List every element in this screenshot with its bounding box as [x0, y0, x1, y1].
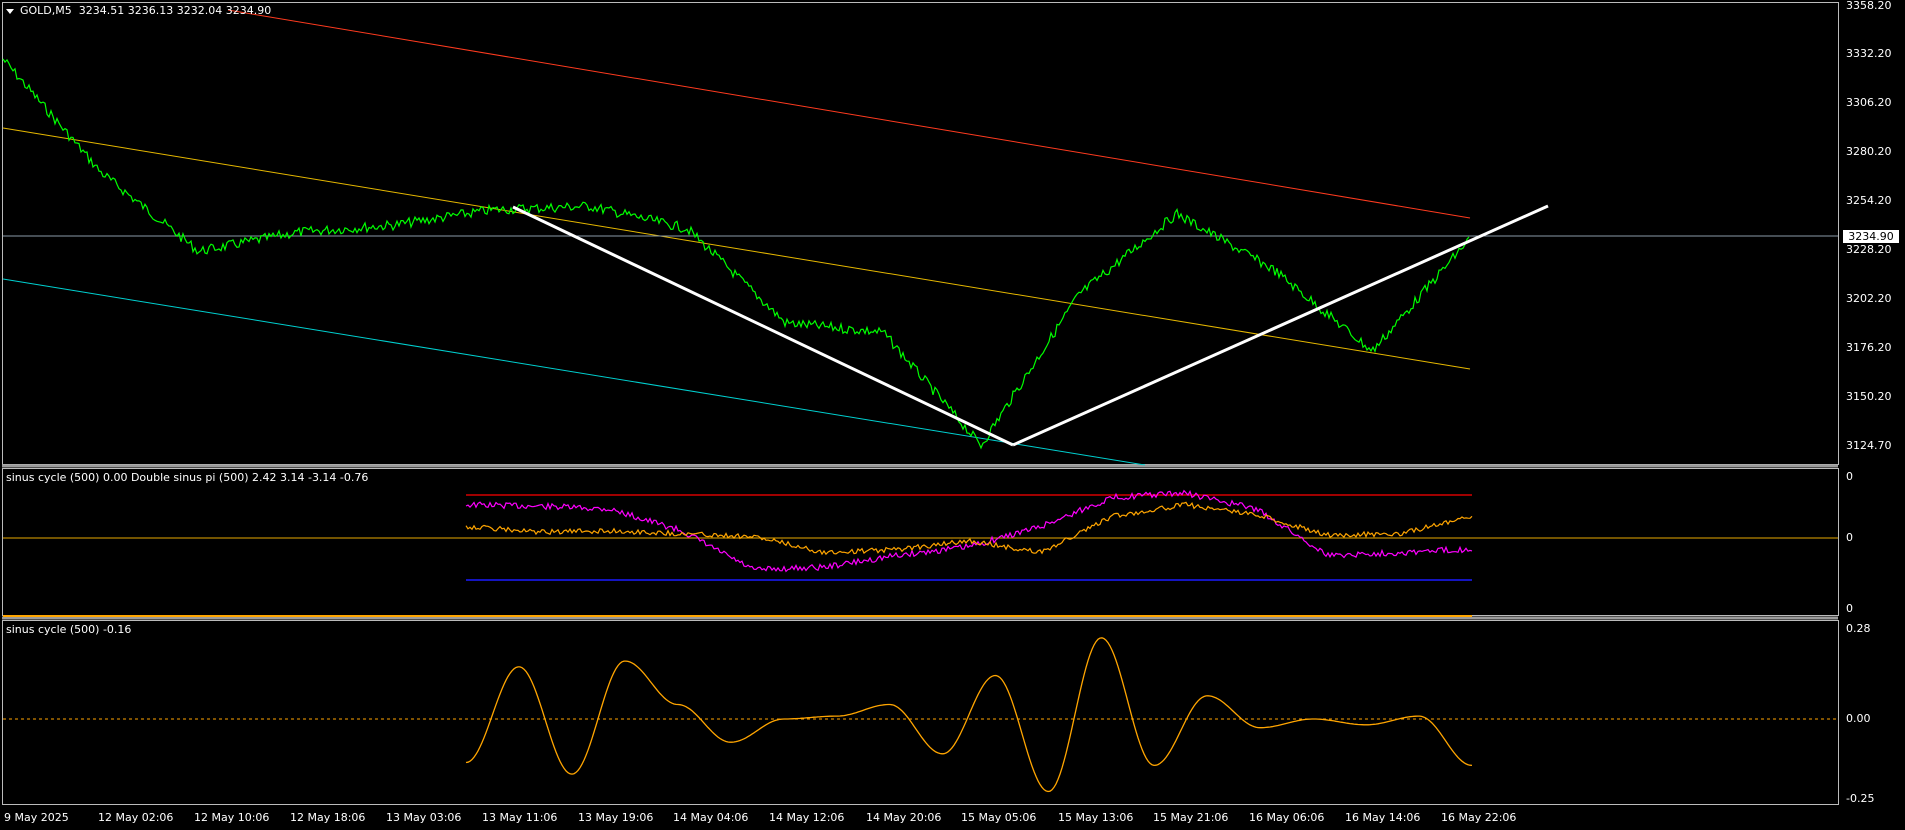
ohlc-values: 3234.51 3236.13 3232.04 3234.90 — [78, 4, 272, 17]
time-axis-label: 9 May 2025 — [4, 811, 69, 824]
indicator2-title: sinus cycle (500) -0.16 — [6, 623, 132, 636]
price-axis-label: 3202.20 — [1846, 292, 1892, 305]
time-axis-label: 15 May 21:06 — [1153, 811, 1229, 824]
chart-canvas[interactable] — [0, 0, 1905, 830]
indicator1-axis-label: 0 — [1846, 470, 1853, 483]
time-axis-label: 12 May 10:06 — [194, 811, 270, 824]
trend-line-up[interactable] — [1012, 204, 1549, 447]
indicator1-axis-label: 0 — [1846, 531, 1853, 544]
price-axis-label: 3280.20 — [1846, 145, 1892, 158]
price-axis-label: 3306.20 — [1846, 96, 1892, 109]
time-axis-label: 13 May 19:06 — [578, 811, 654, 824]
current-price-badge: 3234.90 — [1843, 230, 1899, 243]
channel-red-line[interactable] — [227, 9, 1471, 219]
time-axis-label: 14 May 20:06 — [866, 811, 942, 824]
time-axis-label: 13 May 11:06 — [482, 811, 558, 824]
time-axis-label: 13 May 03:06 — [386, 811, 462, 824]
time-axis-label: 15 May 05:06 — [961, 811, 1037, 824]
indicator1-axis-label: 0 — [1846, 602, 1853, 615]
channel-cyan-line[interactable] — [2, 278, 1146, 466]
symbol-header[interactable]: GOLD,M5 3234.51 3236.13 3232.04 3234.90 — [6, 5, 271, 17]
price-series-line — [2, 58, 1470, 450]
price-axis-label: 3176.20 — [1846, 341, 1892, 354]
price-axis-label: 3332.20 — [1846, 47, 1892, 60]
trend-line-down[interactable] — [512, 205, 1014, 447]
time-axis-label: 14 May 12:06 — [769, 811, 845, 824]
dropdown-triangle-icon[interactable] — [6, 8, 14, 14]
time-axis-label: 16 May 14:06 — [1345, 811, 1421, 824]
time-axis-label: 16 May 22:06 — [1441, 811, 1517, 824]
price-axis-label: 3124.70 — [1846, 439, 1892, 452]
indicator2-axis-label: 0.00 — [1846, 712, 1871, 725]
time-axis-label: 12 May 02:06 — [98, 811, 174, 824]
indicator2-axis-label: 0.28 — [1846, 622, 1871, 635]
channel-yellow-line[interactable] — [2, 127, 1471, 370]
indicator2-panel-frame — [2, 620, 1839, 805]
price-axis-label: 3150.20 — [1846, 390, 1892, 403]
price-axis-label: 3228.20 — [1846, 243, 1892, 256]
time-axis-label: 15 May 13:06 — [1058, 811, 1134, 824]
indicator1-panel-frame — [2, 468, 1839, 616]
price-axis-label: 3358.20 — [1846, 0, 1892, 12]
price-axis-label: 3254.20 — [1846, 194, 1892, 207]
indicator2-axis-label: -0.25 — [1846, 792, 1875, 805]
time-axis-label: 12 May 18:06 — [290, 811, 366, 824]
time-axis-label: 14 May 04:06 — [673, 811, 749, 824]
symbol-label: GOLD,M5 — [20, 4, 72, 17]
sinus-cycle-line-2 — [465, 637, 1473, 793]
double-sinus-line — [465, 489, 1473, 573]
time-axis-label: 16 May 06:06 — [1249, 811, 1325, 824]
indicator1-title: sinus cycle (500) 0.00 Double sinus pi (… — [6, 471, 369, 484]
